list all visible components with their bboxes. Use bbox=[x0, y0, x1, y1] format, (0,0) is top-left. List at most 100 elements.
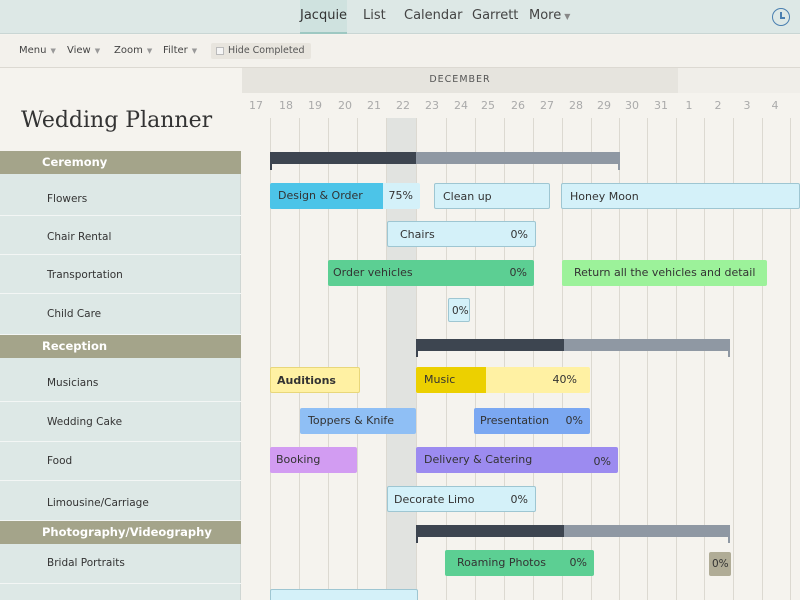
bar-label: Auditions bbox=[277, 374, 336, 387]
task-bar-portrait-milestone[interactable]: 0% bbox=[709, 552, 731, 576]
day-label: 28 bbox=[569, 99, 583, 112]
task-bar-presentation[interactable]: Presentation 0% bbox=[474, 408, 590, 434]
day-label: 26 bbox=[511, 99, 525, 112]
day-label: 27 bbox=[540, 99, 554, 112]
bar-percent: 0% bbox=[510, 493, 528, 506]
top-nav: Jacquie List Calendar Garrett More ▼ bbox=[0, 0, 800, 34]
task-label: Wedding Cake bbox=[47, 416, 123, 428]
task-row-bridal-portraits[interactable]: Bridal Portraits bbox=[0, 544, 241, 584]
day-label: 2 bbox=[714, 99, 722, 112]
task-bar-toppers-knife[interactable]: Toppers & Knife bbox=[300, 408, 416, 434]
group-row-ceremony[interactable]: Ceremony bbox=[0, 151, 241, 174]
day-label: 29 bbox=[597, 99, 611, 112]
toolbar: Menu ▼ View ▼ Zoom ▼ Filter ▼ Hide Completed bbox=[0, 35, 800, 68]
filter-dropdown[interactable]: Filter ▼ bbox=[163, 45, 197, 56]
task-row-transportation[interactable]: Transportation bbox=[0, 255, 241, 294]
task-bar-return-vehicles[interactable]: Return all the vehicles and detail bbox=[562, 260, 767, 286]
task-bar-music[interactable]: Music 40% bbox=[416, 367, 590, 393]
task-row-wedding-cake[interactable]: Wedding Cake bbox=[0, 402, 241, 442]
bar-label: Delivery & Catering bbox=[424, 453, 533, 466]
task-bar-honey-moon[interactable]: Honey Moon bbox=[561, 183, 800, 209]
task-bar-delivery-catering[interactable]: Delivery & Catering 0% bbox=[416, 447, 618, 473]
bar-percent: 0% bbox=[712, 558, 729, 570]
task-label: Transportation bbox=[47, 269, 123, 281]
day-label: 19 bbox=[308, 99, 322, 112]
summary-bar-ceremony[interactable] bbox=[270, 152, 620, 170]
task-row-food[interactable]: Food bbox=[0, 442, 241, 481]
menu-dropdown[interactable]: Menu ▼ bbox=[19, 45, 56, 56]
zoom-dropdown[interactable]: Zoom ▼ bbox=[114, 45, 152, 56]
tab-jacquie[interactable]: Jacquie bbox=[300, 0, 347, 34]
clock-icon[interactable] bbox=[772, 8, 790, 26]
checkbox[interactable] bbox=[216, 47, 224, 55]
view-dropdown[interactable]: View ▼ bbox=[67, 45, 100, 56]
task-row-musicians[interactable]: Musicians bbox=[0, 358, 241, 402]
tab-list[interactable]: List bbox=[363, 0, 386, 34]
task-row-limousine[interactable]: Limousine/Carriage bbox=[0, 481, 241, 521]
task-bar-design-order[interactable]: Design & Order 75% bbox=[270, 183, 420, 209]
bar-percent: 40% bbox=[552, 373, 577, 386]
task-list-panel: Wedding Planner Ceremony Flowers Chair R… bbox=[0, 68, 241, 600]
tab-more[interactable]: More ▼ bbox=[529, 0, 570, 34]
task-bar-clean-up[interactable]: Clean up bbox=[434, 183, 550, 209]
summary-remaining bbox=[564, 339, 730, 351]
task-bar-chairs[interactable]: Chairs 0% bbox=[387, 221, 536, 247]
bar-label: Toppers & Knife bbox=[308, 414, 395, 427]
bar-label: Clean up bbox=[443, 190, 492, 203]
bar-label: Chairs bbox=[400, 228, 435, 241]
day-label: 25 bbox=[481, 99, 495, 112]
summary-done bbox=[416, 339, 564, 351]
day-label: 1 bbox=[685, 99, 693, 112]
day-label: 22 bbox=[396, 99, 410, 112]
chevron-down-icon: ▼ bbox=[50, 47, 56, 55]
day-label: 3 bbox=[743, 99, 751, 112]
bar-label: Design & Order bbox=[278, 189, 363, 202]
task-bar-partial[interactable] bbox=[270, 589, 418, 600]
summary-bar-reception[interactable] bbox=[416, 339, 730, 357]
bar-label: Honey Moon bbox=[570, 190, 639, 203]
group-label: Reception bbox=[42, 339, 108, 353]
task-label: Musicians bbox=[47, 377, 99, 389]
task-row-child-care[interactable]: Child Care bbox=[0, 294, 241, 335]
day-label: 23 bbox=[425, 99, 439, 112]
gantt-timeline: DECEMBER 17 18 19 20 21 22 23 24 25 26 2… bbox=[242, 68, 800, 600]
task-label: Food bbox=[47, 455, 73, 467]
summary-remaining bbox=[564, 525, 730, 537]
tab-calendar[interactable]: Calendar bbox=[404, 0, 462, 34]
hide-completed-label: Hide Completed bbox=[228, 45, 305, 56]
task-row-chair-rental[interactable]: Chair Rental bbox=[0, 216, 241, 255]
chevron-down-icon: ▼ bbox=[94, 47, 101, 55]
group-label: Ceremony bbox=[42, 155, 108, 169]
chevron-down-icon: ▼ bbox=[191, 47, 198, 55]
bar-percent: 0% bbox=[509, 266, 527, 279]
bar-label: Return all the vehicles and detail bbox=[574, 266, 756, 279]
summary-done bbox=[416, 525, 564, 537]
task-bar-roaming-photos[interactable]: Roaming Photos 0% bbox=[445, 550, 594, 576]
month-header-next bbox=[678, 68, 800, 93]
month-header: DECEMBER bbox=[242, 68, 678, 93]
hide-completed-toggle[interactable]: Hide Completed bbox=[211, 43, 311, 59]
group-row-photography[interactable]: Photography/Videography bbox=[0, 521, 241, 544]
task-bar-child-care[interactable]: 0% bbox=[448, 298, 470, 322]
chevron-down-icon: ▼ bbox=[146, 47, 153, 55]
bar-percent: 0% bbox=[565, 414, 583, 427]
task-row-flowers[interactable]: Flowers bbox=[0, 174, 241, 216]
task-bar-decorate-limo[interactable]: Decorate Limo 0% bbox=[387, 486, 536, 512]
bar-label: Order vehicles bbox=[333, 266, 413, 279]
day-label: 24 bbox=[454, 99, 468, 112]
day-label: 17 bbox=[249, 99, 263, 112]
bar-percent: 0% bbox=[593, 455, 611, 468]
task-bar-order-vehicles[interactable]: Order vehicles 0% bbox=[328, 260, 534, 286]
tab-garrett[interactable]: Garrett bbox=[472, 0, 518, 34]
day-label: 30 bbox=[625, 99, 639, 112]
task-bar-auditions[interactable]: Auditions bbox=[270, 367, 360, 393]
title-area: Wedding Planner bbox=[0, 68, 241, 151]
task-label: Bridal Portraits bbox=[47, 557, 125, 569]
group-row-reception[interactable]: Reception bbox=[0, 335, 241, 358]
chevron-down-icon: ▼ bbox=[564, 12, 571, 21]
task-label: Flowers bbox=[47, 193, 88, 205]
bar-label: Decorate Limo bbox=[394, 493, 475, 506]
summary-bar-photography[interactable] bbox=[416, 525, 730, 543]
task-bar-booking[interactable]: Booking bbox=[270, 447, 357, 473]
bar-label: Music bbox=[424, 373, 456, 386]
